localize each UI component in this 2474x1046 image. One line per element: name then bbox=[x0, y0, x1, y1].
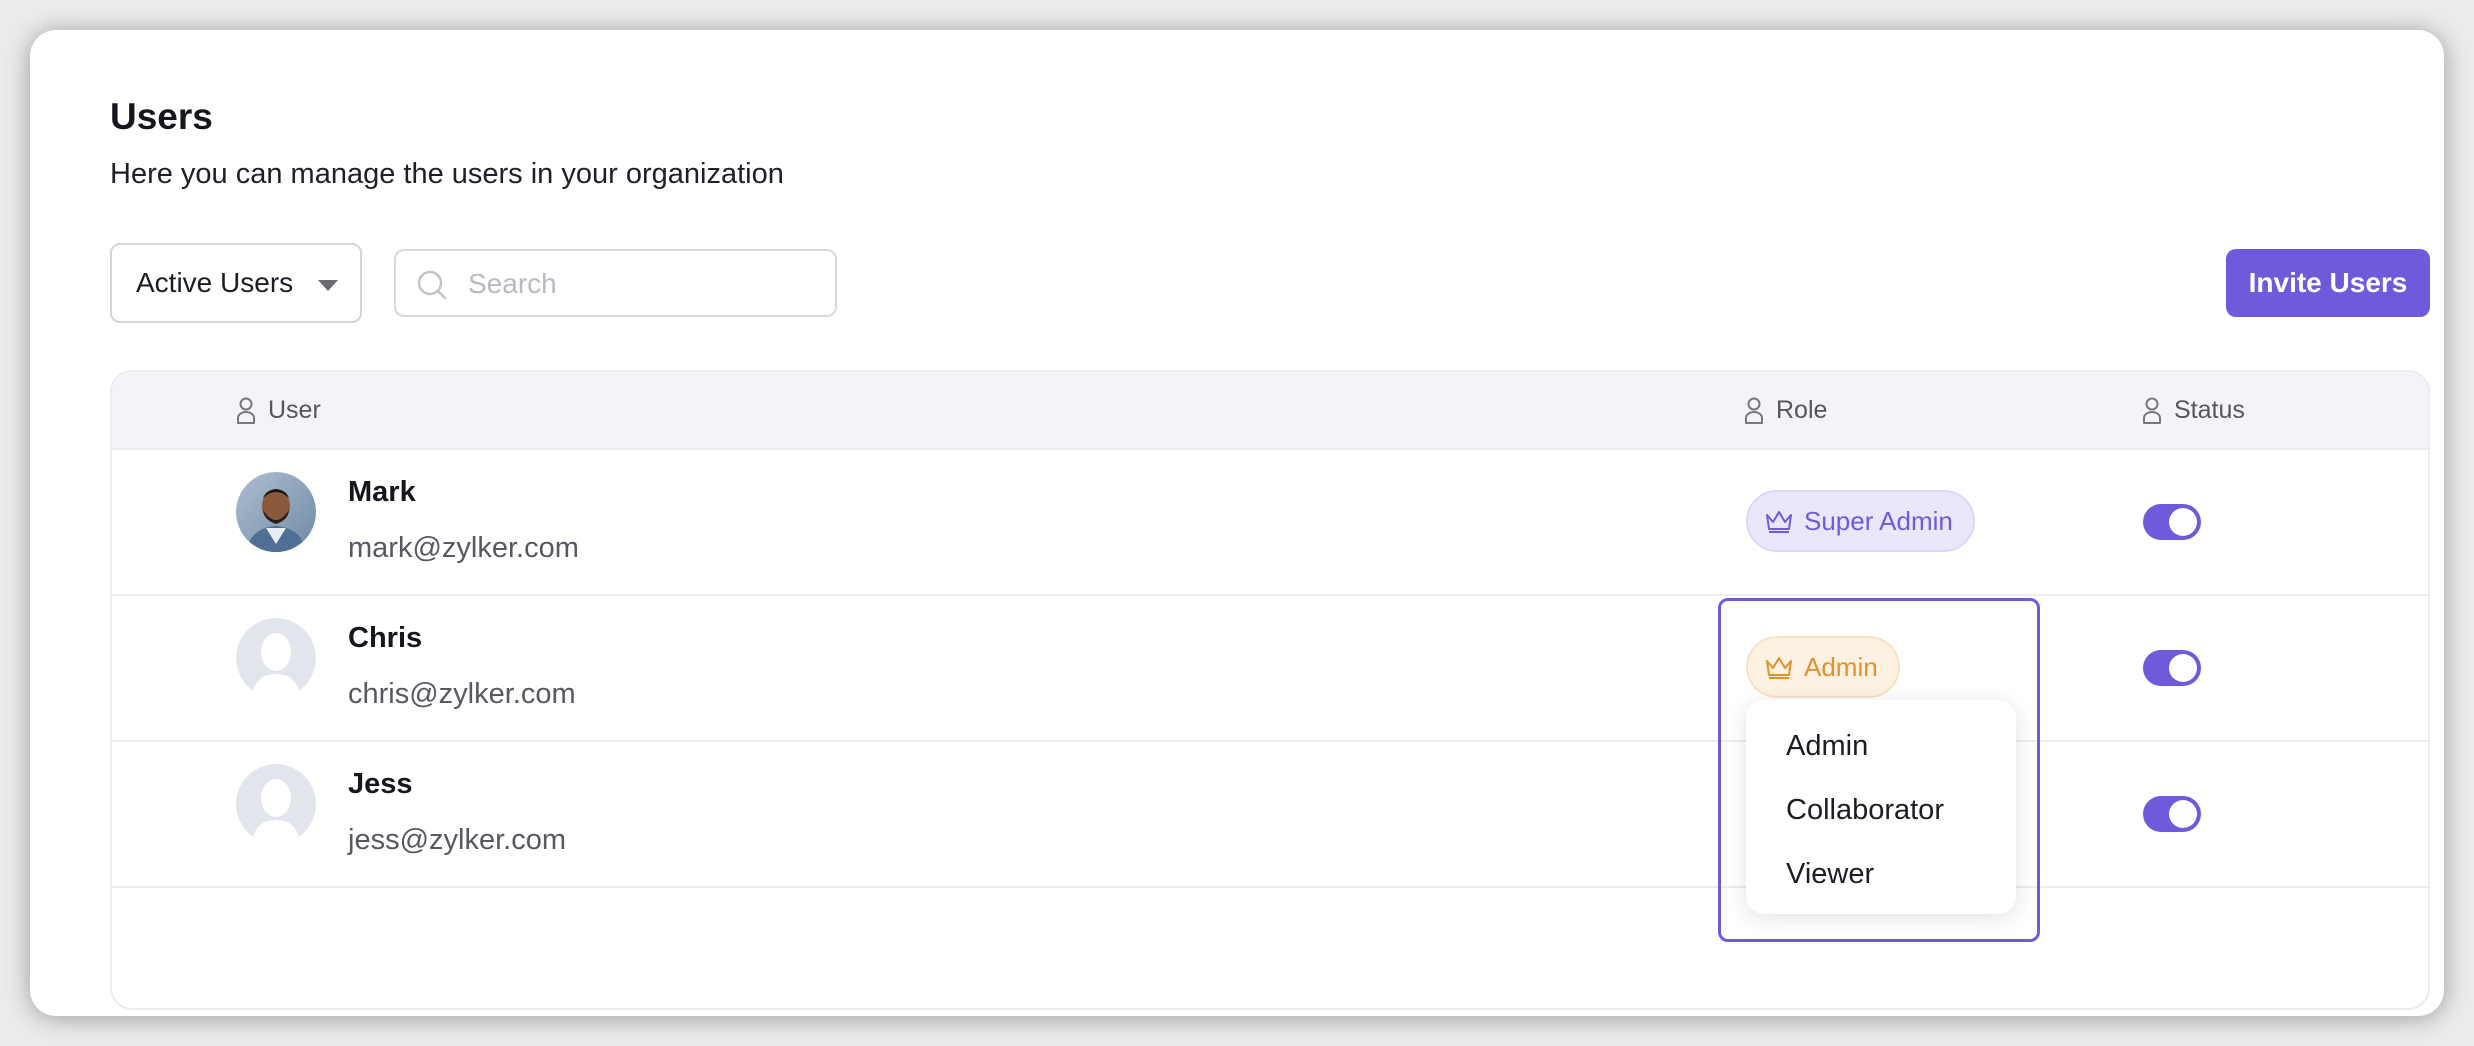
status-toggle[interactable] bbox=[2143, 504, 2201, 540]
column-header-role: Role bbox=[1744, 396, 1827, 425]
table-header: User Role Status bbox=[112, 372, 2428, 450]
column-header-status: Status bbox=[2142, 396, 2245, 425]
role-option-admin[interactable]: Admin bbox=[1746, 714, 2016, 778]
caret-down-icon bbox=[318, 280, 338, 291]
person-icon bbox=[237, 397, 255, 424]
toggle-knob bbox=[2169, 508, 2197, 536]
avatar bbox=[236, 472, 316, 552]
person-icon bbox=[1745, 397, 1763, 424]
avatar bbox=[236, 764, 316, 844]
role-dropdown-menu: Admin Collaborator Viewer bbox=[1746, 700, 2016, 914]
person-icon bbox=[2143, 397, 2161, 424]
column-header-user: User bbox=[236, 396, 321, 425]
user-email: jess@zylker.com bbox=[348, 824, 566, 856]
users-panel: Users Here you can manage the users in y… bbox=[30, 30, 2444, 1016]
search-input[interactable] bbox=[468, 261, 818, 307]
status-toggle[interactable] bbox=[2143, 650, 2201, 686]
user-name: Mark bbox=[348, 476, 416, 508]
page-subtitle: Here you can manage the users in your or… bbox=[110, 158, 784, 190]
table-row: Mark mark@zylker.com Super Admin bbox=[112, 450, 2428, 596]
toggle-knob bbox=[2169, 654, 2197, 682]
user-filter-label: Active Users bbox=[136, 267, 294, 298]
column-header-status-label: Status bbox=[2174, 396, 2245, 424]
crown-icon bbox=[1766, 657, 1792, 679]
role-badge-label: Super Admin bbox=[1804, 505, 1953, 536]
user-name: Chris bbox=[348, 622, 423, 654]
table-row: Chris chris@zylker.com Admin bbox=[112, 596, 2428, 742]
page-title: Users bbox=[110, 96, 213, 137]
role-badge-label: Admin bbox=[1804, 651, 1878, 682]
column-header-user-label: User bbox=[268, 396, 321, 424]
role-option-viewer[interactable]: Viewer bbox=[1746, 842, 2016, 906]
search-box[interactable] bbox=[394, 249, 837, 317]
table-row: Jess jess@zylker.com bbox=[112, 742, 2428, 888]
status-toggle[interactable] bbox=[2143, 796, 2201, 832]
user-filter-select[interactable]: Active Users bbox=[110, 243, 362, 323]
search-icon bbox=[417, 270, 447, 300]
toggle-knob bbox=[2169, 800, 2197, 828]
users-table: User Role Status Mark mark@zylker.com Su… bbox=[110, 370, 2430, 1010]
invite-users-button[interactable]: Invite Users bbox=[2226, 249, 2430, 317]
user-email: chris@zylker.com bbox=[348, 678, 576, 710]
role-option-collaborator[interactable]: Collaborator bbox=[1746, 778, 2016, 842]
role-badge-admin[interactable]: Admin bbox=[1746, 636, 1900, 698]
crown-icon bbox=[1766, 511, 1792, 533]
user-email: mark@zylker.com bbox=[348, 532, 579, 564]
column-header-role-label: Role bbox=[1776, 396, 1828, 424]
avatar bbox=[236, 618, 316, 698]
role-badge-super-admin[interactable]: Super Admin bbox=[1746, 490, 1975, 552]
user-name: Jess bbox=[348, 768, 413, 800]
